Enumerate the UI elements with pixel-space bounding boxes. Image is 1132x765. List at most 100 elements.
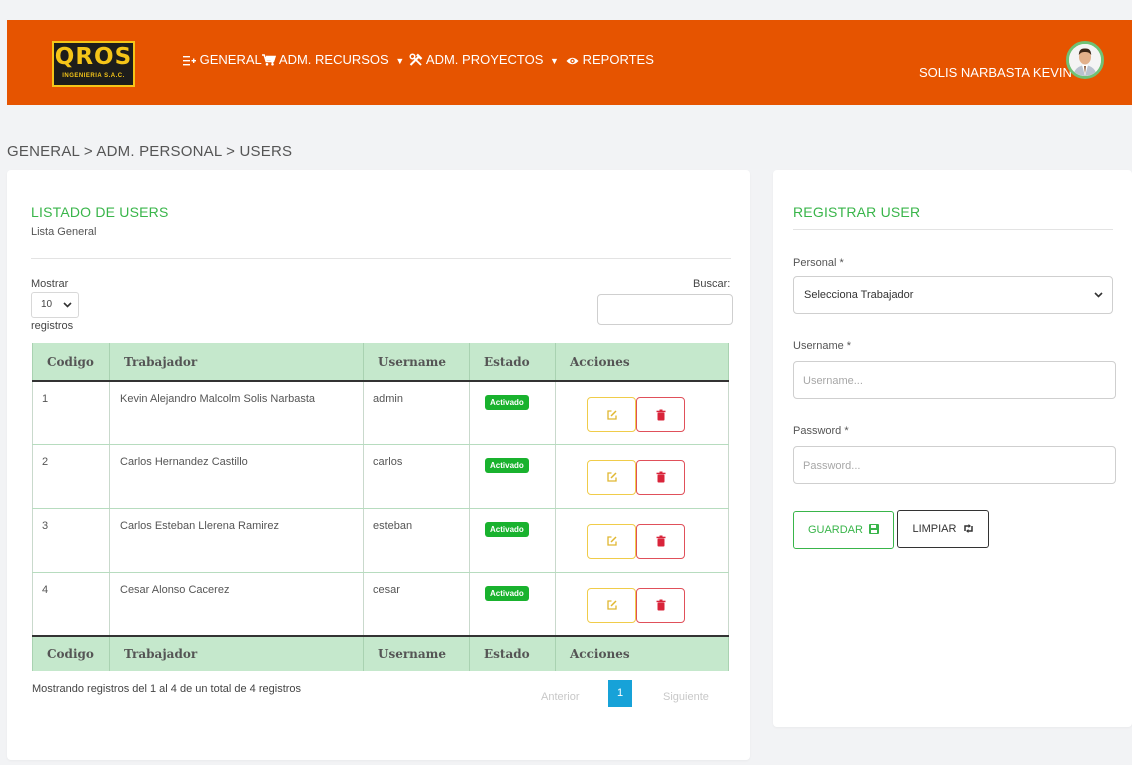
table-row: 1 Kevin Alejandro Malcolm Solis Narbasta… — [32, 381, 729, 445]
cell-trabajador: Cesar Alonso Cacerez — [109, 572, 364, 637]
nav-adm-proyectos[interactable]: ADM. PROYECTOS ▼ — [409, 52, 559, 69]
avatar[interactable] — [1066, 41, 1104, 79]
table-row: 3 Carlos Esteban Llerena Ramirez esteban… — [32, 508, 729, 573]
logo-text: QROS — [54, 44, 133, 70]
personal-select[interactable]: Selecciona Trabajador — [793, 276, 1113, 314]
refresh-icon — [963, 524, 973, 533]
cell-acciones — [555, 508, 729, 573]
pagination-next[interactable]: Siguiente — [663, 691, 709, 703]
form-title: REGISTRAR USER — [793, 204, 921, 220]
nav-reportes-label: REPORTES — [582, 52, 654, 67]
pagination-current[interactable]: 1 — [608, 680, 632, 707]
personal-label: Personal * — [793, 257, 844, 269]
cell-estado: Activado — [469, 381, 556, 445]
delete-button[interactable] — [636, 587, 685, 623]
floppy-icon — [869, 524, 880, 534]
cell-acciones — [555, 381, 729, 445]
password-input[interactable]: Password... — [793, 446, 1116, 484]
username-label: Username * — [793, 340, 852, 352]
delete-button[interactable] — [636, 459, 685, 495]
edit-icon — [606, 472, 617, 482]
personal-select-value: Selecciona Trabajador — [804, 289, 914, 301]
caret-down-icon: ▼ — [395, 56, 405, 66]
nav-reportes[interactable]: REPORTES — [566, 52, 654, 68]
cell-acciones — [555, 572, 729, 637]
edit-icon — [606, 536, 617, 546]
chevron-down-icon — [1094, 292, 1103, 298]
cell-codigo: 2 — [32, 444, 110, 509]
chevron-down-icon — [63, 302, 72, 308]
page-length-select[interactable]: 10 — [31, 292, 79, 318]
col-estado[interactable]: Estado — [469, 343, 556, 382]
cell-estado: Activado — [469, 572, 556, 637]
foot-trabajador: Trabajador — [109, 635, 364, 671]
edit-button[interactable] — [587, 523, 636, 559]
logo-subtext: INGENIERIA S.A.C. — [62, 73, 125, 79]
table-info: Mostrando registros del 1 al 4 de un tot… — [32, 683, 302, 695]
edit-icon — [606, 409, 617, 420]
edit-button[interactable] — [587, 397, 636, 432]
cell-username: admin — [363, 381, 470, 445]
foot-estado: Estado — [469, 635, 556, 671]
cell-codigo: 1 — [32, 381, 110, 445]
table-row: 4 Cesar Alonso Cacerez cesar Activado — [32, 572, 729, 637]
list-title: LISTADO DE USERS — [31, 204, 169, 220]
password-placeholder: Password... — [803, 460, 861, 472]
trash-icon — [656, 471, 665, 483]
list-divider — [31, 258, 731, 259]
pagination-prev[interactable]: Anterior — [541, 691, 580, 703]
list-plus-icon — [183, 56, 196, 66]
cell-trabajador: Carlos Esteban Llerena Ramirez — [109, 508, 364, 573]
search-label: Buscar: — [693, 278, 731, 290]
status-badge: Activado — [485, 585, 529, 601]
brand-logo[interactable]: QROS INGENIERIA S.A.C. — [52, 41, 135, 87]
table-row: 2 Carlos Hernandez Castillo carlos Activ… — [32, 444, 729, 509]
table-footer-row: Codigo Trabajador Username Estado Accion… — [32, 635, 729, 671]
trash-icon — [656, 409, 665, 420]
user-avatar-icon — [1069, 44, 1101, 76]
cell-acciones — [555, 444, 729, 509]
col-trabajador[interactable]: Trabajador — [109, 343, 364, 382]
foot-codigo: Codigo — [32, 635, 110, 671]
user-name: SOLIS NARBASTA KEVIN — [919, 65, 1072, 80]
delete-button[interactable] — [636, 523, 685, 559]
col-username[interactable]: Username — [363, 343, 470, 382]
cell-estado: Activado — [469, 444, 556, 509]
save-button[interactable]: GUARDAR — [793, 511, 894, 549]
list-subtitle: Lista General — [31, 226, 97, 238]
nav-adm-recursos[interactable]: ADM. RECURSOS ▼ — [262, 52, 404, 69]
delete-button[interactable] — [636, 397, 685, 432]
cell-username: cesar — [363, 572, 470, 637]
tools-icon — [409, 53, 423, 66]
caret-down-icon: ▼ — [550, 56, 559, 66]
edit-button[interactable] — [587, 459, 636, 495]
foot-acciones: Acciones — [555, 635, 729, 671]
show-label: Mostrar — [31, 278, 69, 290]
username-input[interactable]: Username... — [793, 361, 1116, 399]
cell-username: esteban — [363, 508, 470, 573]
breadcrumb: GENERAL > ADM. PERSONAL > USERS — [7, 143, 293, 160]
status-badge: Activado — [485, 521, 529, 537]
user-menu[interactable]: SOLIS NARBASTA KEVIN ▼ — [919, 65, 1086, 80]
col-codigo[interactable]: Codigo — [32, 343, 110, 382]
cart-icon — [262, 54, 277, 66]
trash-icon — [656, 599, 665, 611]
clear-button[interactable]: LIMPIAR — [897, 510, 989, 548]
nav-adm-recursos-label: ADM. RECURSOS — [278, 52, 389, 67]
nav-adm-proyectos-label: ADM. PROYECTOS — [425, 52, 544, 67]
search-input[interactable] — [597, 294, 733, 325]
username-placeholder: Username... — [803, 375, 863, 387]
save-label: GUARDAR — [807, 524, 863, 536]
trash-icon — [656, 535, 665, 547]
status-badge: Activado — [485, 457, 529, 473]
cell-trabajador: Carlos Hernandez Castillo — [109, 444, 364, 509]
foot-username: Username — [363, 635, 470, 671]
page-length-value: 10 — [41, 299, 53, 310]
cell-estado: Activado — [469, 508, 556, 573]
edit-button[interactable] — [587, 587, 636, 623]
password-label: Password * — [793, 425, 849, 437]
table-header-row: Codigo Trabajador Username Estado Accion… — [32, 343, 729, 382]
nav-general-label: GENERAL — [199, 52, 262, 67]
users-table: Codigo Trabajador Username Estado Accion… — [32, 343, 729, 671]
cell-trabajador: Kevin Alejandro Malcolm Solis Narbasta — [109, 381, 364, 445]
